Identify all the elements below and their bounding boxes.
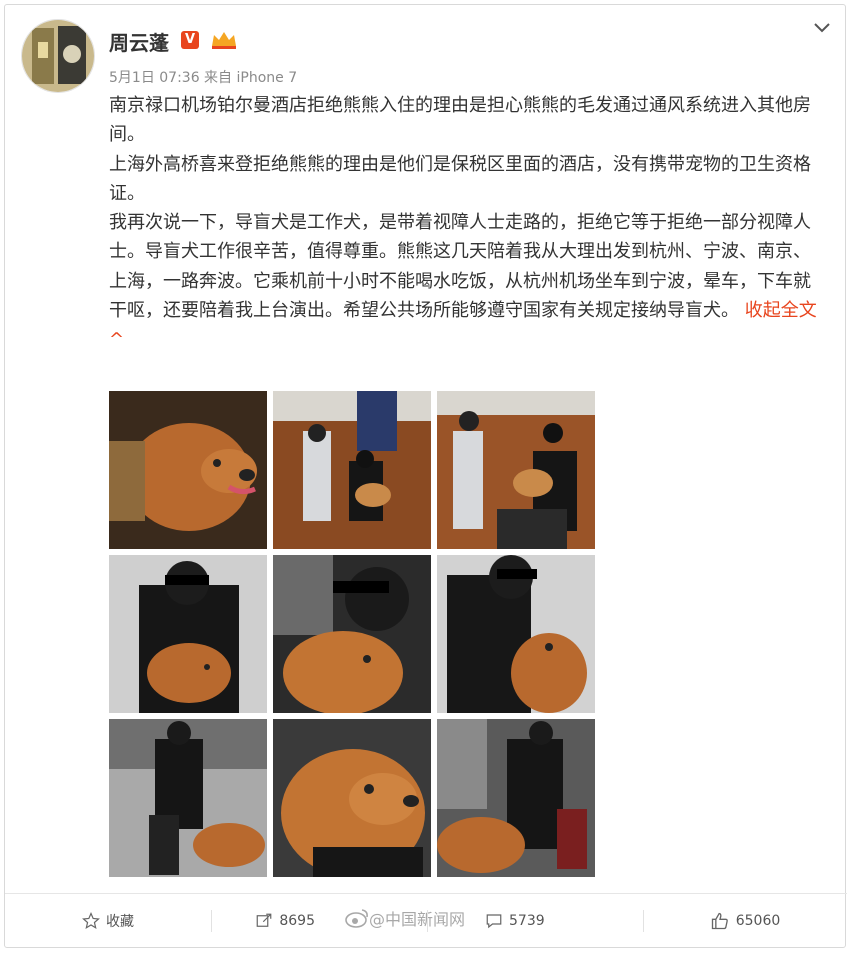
photo-man-seated-with-dog-2[interactable] [437, 719, 595, 877]
repost-button[interactable]: 8695 [211, 894, 321, 948]
weibo-logo-icon [345, 909, 368, 928]
photo-man-with-dog-1[interactable] [109, 555, 267, 713]
post-paragraph: 上海外高桥喜来登拒绝熊熊的理由是他们是保税区里面的酒店，没有携带宠物的卫生资格证… [109, 153, 811, 204]
photo-dog-closeup[interactable] [109, 391, 267, 549]
avatar[interactable] [21, 19, 95, 93]
comment-count: 5739 [509, 913, 545, 929]
photo-stage-performance-2[interactable] [437, 391, 595, 549]
post-text: 南京禄口机场铂尔曼酒店拒绝熊熊入住的理由是担心熊熊的毛发通过通风系统进入其他房间… [109, 91, 825, 355]
action-bar: 收藏 8695 @中国新闻网 5739 65060 [5, 893, 847, 947]
favorite-button[interactable]: 收藏 [5, 894, 211, 948]
photo-man-with-dog-3[interactable] [437, 555, 595, 713]
photo-man-with-dog-2[interactable] [273, 555, 431, 713]
watermark: @中国新闻网 [345, 906, 465, 930]
chevron-up-icon: ^ [109, 329, 125, 351]
thumbs-up-icon [711, 912, 728, 930]
post-paragraph: 南京禄口机场铂尔曼酒店拒绝熊熊入住的理由是担心熊熊的毛发通过通风系统进入其他房间… [109, 95, 811, 146]
like-button[interactable]: 65060 [643, 894, 847, 948]
favorite-label: 收藏 [106, 914, 134, 930]
post-meta: 5月1日 07:36 来自 iPhone 7 [109, 70, 298, 86]
photo-stage-performance-1[interactable] [273, 391, 431, 549]
crown-icon [209, 28, 239, 50]
post-paragraph: 我再次说一下，导盲犬是工作犬，是带着视障人士走路的，拒绝它等于拒绝一部分视障人士… [109, 212, 817, 351]
repost-count: 8695 [279, 913, 315, 929]
photo-man-seated-with-dog[interactable] [109, 719, 267, 877]
weibo-post-card: 周云蓬 V 5月1日 07:36 来自 iPhone 7 南京禄口机场铂尔曼酒店… [4, 4, 847, 948]
star-icon [82, 912, 100, 929]
chevron-down-icon[interactable] [811, 19, 833, 37]
verified-badge: V [181, 31, 199, 49]
comment-button[interactable]: 5739 [485, 894, 605, 948]
comment-icon [486, 914, 502, 929]
photo-dog-portrait[interactable] [273, 719, 431, 877]
user-name[interactable]: 周云蓬 [109, 27, 169, 56]
like-count: 65060 [735, 913, 781, 929]
divider [427, 910, 428, 932]
watermark-text: @中国新闻网 [369, 910, 466, 929]
repost-icon [257, 913, 272, 927]
